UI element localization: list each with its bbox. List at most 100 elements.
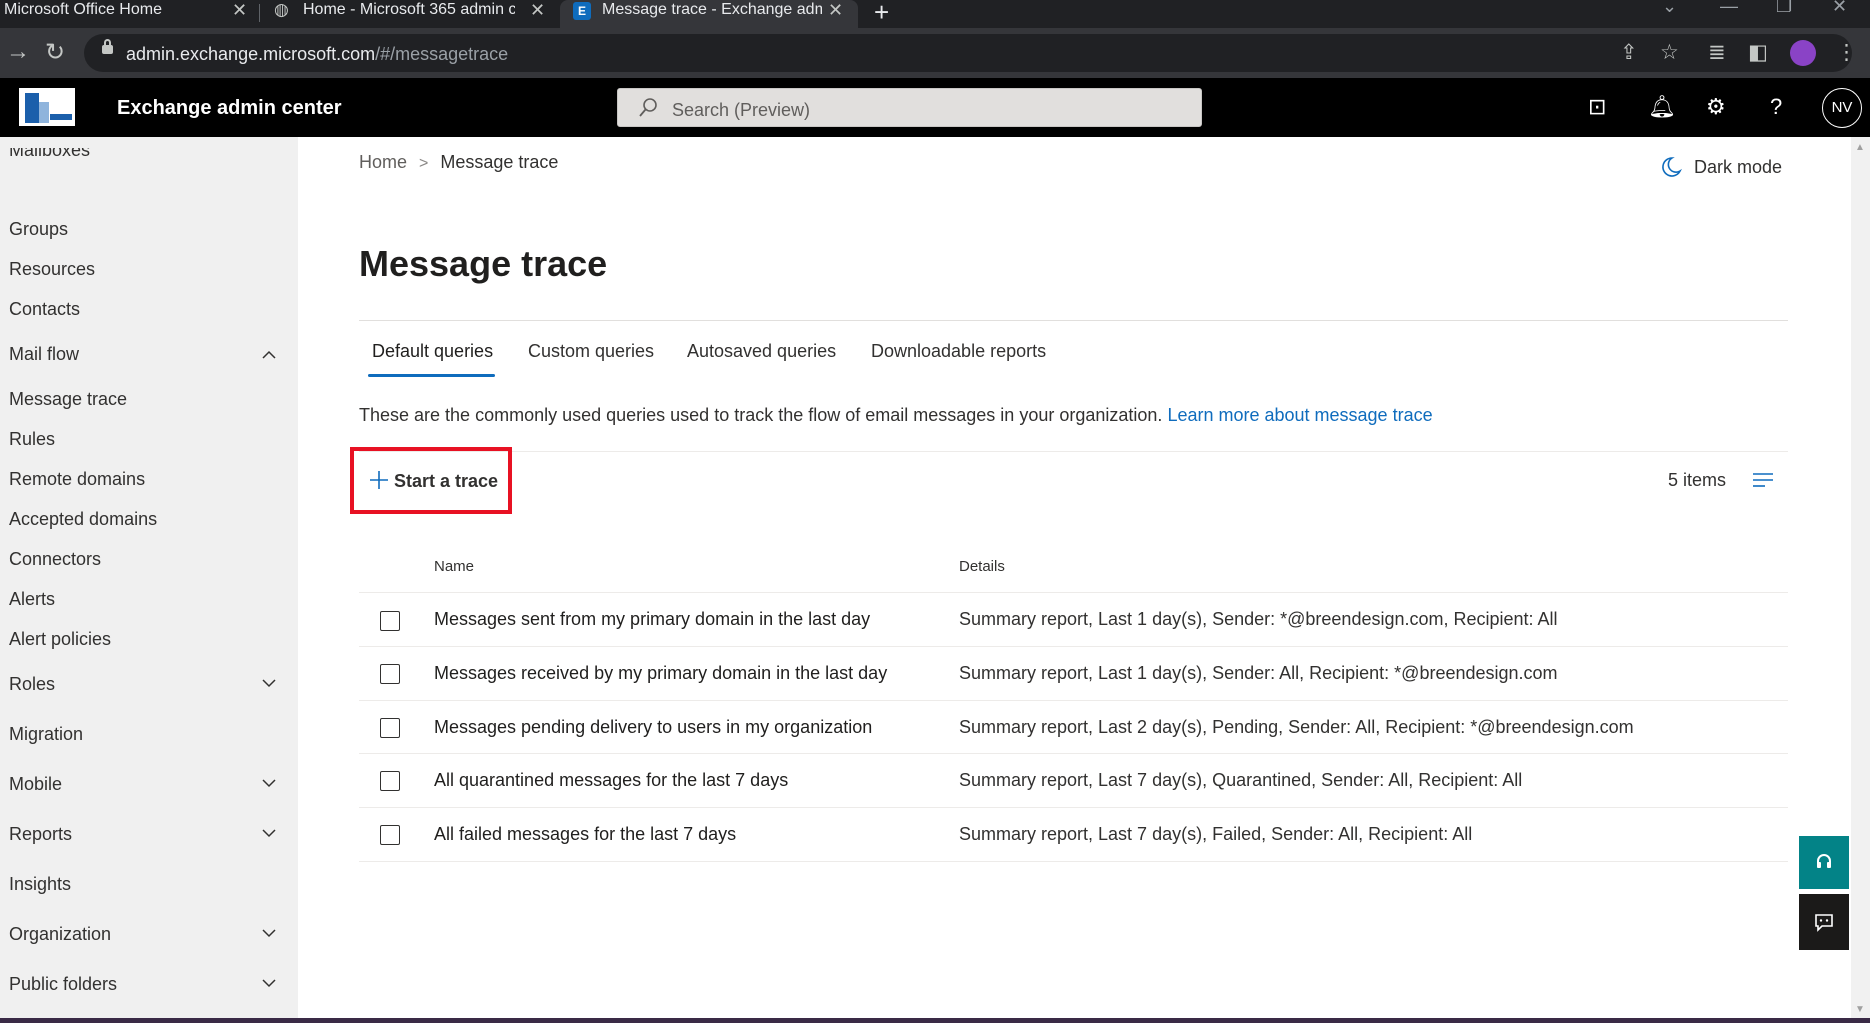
cloud-shell-icon[interactable]: ⊡ [1588, 94, 1606, 120]
tab-downloadable-reports[interactable]: Downloadable reports [871, 341, 1046, 362]
tab-title: Microsoft Office Home [4, 1, 162, 18]
tab-title: Message trace - Exchange admin center [602, 1, 822, 18]
reload-icon[interactable]: ↻ [45, 38, 65, 67]
chevron-down-icon[interactable] [262, 676, 276, 690]
selected-tab-indicator [368, 374, 495, 377]
help-question-icon[interactable]: ? [1770, 94, 1782, 120]
org-logo[interactable] [19, 88, 75, 126]
sidebar-item-insights[interactable]: Insights [9, 874, 71, 895]
app-header: Exchange admin center Search (Preview) ⊡… [0, 78, 1870, 137]
bookmark-star-icon[interactable]: ☆ [1660, 40, 1679, 65]
row-name[interactable]: All quarantined messages for the last 7 … [434, 770, 788, 791]
column-header-details[interactable]: Details [959, 558, 1005, 575]
tab-search-icon[interactable]: ⌄ [1662, 0, 1677, 17]
breadcrumb-home-link[interactable]: Home [359, 152, 407, 172]
divider [359, 451, 1788, 452]
search-input[interactable]: Search (Preview) [617, 88, 1202, 127]
side-panel-icon[interactable]: ◧ [1748, 40, 1768, 65]
settings-gear-icon[interactable]: ⚙ [1706, 94, 1726, 120]
sidebar-item-mailboxes[interactable]: Mailboxes [9, 148, 90, 160]
close-icon[interactable]: ✕ [232, 0, 247, 20]
media-queue-icon[interactable]: ≣ [1708, 40, 1726, 65]
feedback-button[interactable] [1799, 894, 1849, 950]
lock-icon[interactable] [102, 39, 113, 54]
sidebar-item-alert-policies[interactable]: Alert policies [9, 629, 111, 650]
exchange-favicon-icon: E [573, 2, 591, 20]
page-scrollbar[interactable] [1851, 137, 1870, 1023]
url-text[interactable]: admin.exchange.microsoft.com/#/messagetr… [126, 44, 508, 65]
chevron-down-icon[interactable] [262, 926, 276, 940]
row-checkbox[interactable] [380, 825, 400, 845]
share-icon[interactable]: ⇪ [1620, 40, 1638, 65]
divider [359, 807, 1788, 808]
dark-mode-toggle[interactable]: Dark mode [1694, 157, 1782, 178]
sidebar-item-organization[interactable]: Organization [9, 924, 111, 945]
tab-separator [259, 4, 260, 22]
browser-tab-message-trace[interactable]: E Message trace - Exchange admin center … [560, 0, 858, 28]
sidebar-item-reports[interactable]: Reports [9, 824, 72, 845]
breadcrumb-current: Message trace [440, 152, 559, 172]
scroll-up-icon[interactable]: ▲ [1855, 142, 1865, 153]
notifications-bell-icon[interactable]: 🔔︎ [1648, 94, 1676, 120]
learn-more-link[interactable]: Learn more about message trace [1167, 405, 1432, 425]
sidebar-item-rules[interactable]: Rules [9, 429, 55, 450]
row-checkbox[interactable] [380, 664, 400, 684]
breadcrumb: Home > Message trace [359, 152, 558, 173]
row-name[interactable]: Messages pending delivery to users in my… [434, 717, 872, 738]
plus-icon[interactable] [369, 470, 389, 490]
new-tab-icon[interactable]: + [874, 0, 889, 28]
close-icon[interactable]: ✕ [828, 0, 843, 20]
menu-kebab-icon[interactable]: ⋮ [1836, 40, 1857, 65]
app-title[interactable]: Exchange admin center [117, 97, 342, 120]
chevron-down-icon[interactable] [262, 776, 276, 790]
sidebar-item-alerts[interactable]: Alerts [9, 589, 55, 610]
browser-tab-office-home[interactable]: Microsoft Office Home ✕ [0, 0, 258, 28]
row-details: Summary report, Last 7 day(s), Quarantin… [959, 770, 1523, 790]
sidebar-item-contacts[interactable]: Contacts [9, 299, 80, 320]
window-close-icon[interactable]: ✕ [1832, 0, 1847, 17]
profile-avatar-icon[interactable] [1790, 40, 1816, 66]
sidebar-item-connectors[interactable]: Connectors [9, 549, 101, 570]
scroll-down-icon[interactable]: ▼ [1855, 1004, 1865, 1015]
minimize-icon[interactable]: — [1720, 0, 1738, 17]
globe-icon: ◍ [274, 0, 289, 19]
sidebar-item-accepted-domains[interactable]: Accepted domains [9, 509, 157, 530]
sidebar-item-message-trace[interactable]: Message trace [9, 389, 127, 410]
start-trace-button[interactable]: Start a trace [394, 471, 498, 492]
row-checkbox[interactable] [380, 718, 400, 738]
tab-autosaved-queries[interactable]: Autosaved queries [687, 341, 836, 362]
chevron-up-icon[interactable] [262, 348, 276, 362]
sidebar-item-public-folders[interactable]: Public folders [9, 974, 117, 995]
description-body: These are the commonly used queries used… [359, 405, 1163, 425]
user-avatar[interactable]: NV [1822, 88, 1862, 128]
forward-icon[interactable]: → [6, 38, 30, 66]
sidebar-item-groups[interactable]: Groups [9, 219, 68, 240]
moon-icon[interactable] [1660, 156, 1682, 178]
row-checkbox[interactable] [380, 611, 400, 631]
filter-icon[interactable] [1752, 472, 1774, 488]
search-icon [639, 98, 657, 117]
restore-icon[interactable]: ❐ [1776, 0, 1792, 17]
tab-custom-queries[interactable]: Custom queries [528, 341, 654, 362]
sidebar-item-remote-domains[interactable]: Remote domains [9, 469, 145, 490]
column-header-name[interactable]: Name [434, 558, 474, 575]
headset-icon [1817, 854, 1831, 868]
sidebar-item-mail-flow[interactable]: Mail flow [9, 344, 79, 365]
row-checkbox[interactable] [380, 771, 400, 791]
browser-address-bar: → ↻ admin.exchange.microsoft.com/#/messa… [0, 28, 1870, 78]
chevron-down-icon[interactable] [262, 976, 276, 990]
sidebar-item-mobile[interactable]: Mobile [9, 774, 62, 795]
tab-default-queries[interactable]: Default queries [372, 341, 493, 362]
search-placeholder: Search (Preview) [672, 100, 811, 120]
sidebar-item-resources[interactable]: Resources [9, 259, 95, 280]
chevron-down-icon[interactable] [262, 826, 276, 840]
browser-tab-m365-admin[interactable]: ◍ Home - Microsoft 365 admin center ✕ [262, 0, 552, 28]
support-assistant-button[interactable] [1799, 836, 1849, 889]
close-icon[interactable]: ✕ [530, 0, 545, 20]
row-name[interactable]: Messages received by my primary domain i… [434, 663, 887, 684]
sidebar-item-migration[interactable]: Migration [9, 724, 83, 745]
sidebar-item-roles[interactable]: Roles [9, 674, 55, 695]
description-text: These are the commonly used queries used… [359, 405, 1433, 426]
row-name[interactable]: All failed messages for the last 7 days [434, 824, 736, 845]
row-name[interactable]: Messages sent from my primary domain in … [434, 609, 870, 630]
